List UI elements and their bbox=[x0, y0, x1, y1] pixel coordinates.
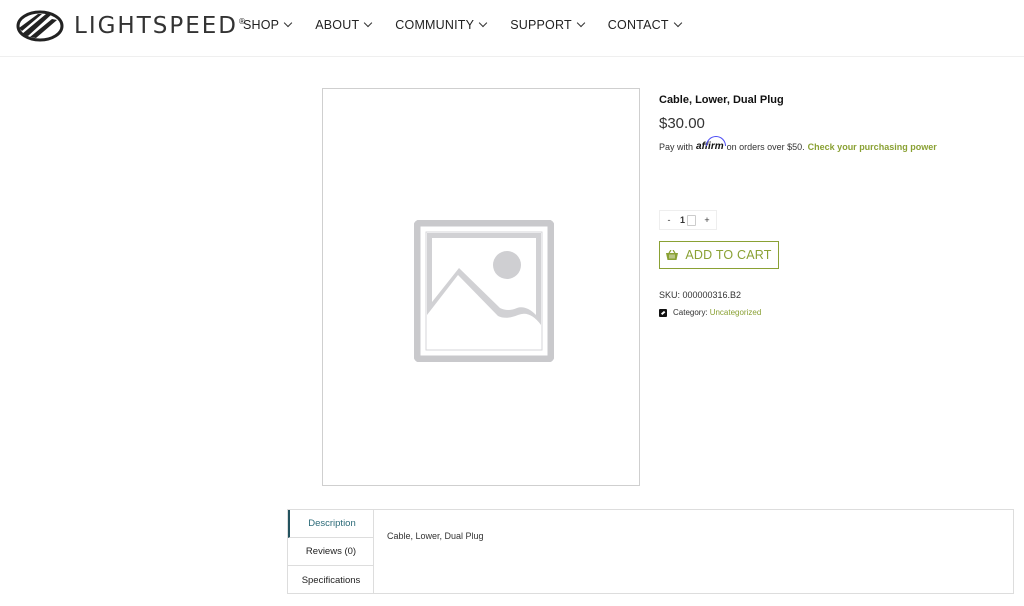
basket-icon bbox=[666, 250, 679, 260]
product-tabs: Description Reviews (0) Specifications bbox=[287, 509, 374, 594]
chevron-down-icon bbox=[364, 18, 373, 28]
nav-contact[interactable]: CONTACT bbox=[608, 18, 682, 32]
lightspeed-wing-logo-icon bbox=[16, 10, 64, 42]
affirm-check-link[interactable]: Check your purchasing power bbox=[808, 142, 937, 152]
affirm-logo-icon: affirm bbox=[696, 136, 727, 152]
product-summary: Cable, Lower, Dual Plug $30.00 Pay with … bbox=[659, 94, 1019, 152]
product-image[interactable] bbox=[322, 88, 640, 486]
category-link[interactable]: Uncategorized bbox=[710, 308, 762, 317]
chevron-down-icon bbox=[673, 18, 682, 28]
category-label: Category: bbox=[673, 308, 708, 317]
tab-panel-description: Cable, Lower, Dual Plug bbox=[373, 509, 1014, 594]
chevron-down-icon bbox=[576, 18, 586, 28]
quantity-stepper: - 1 + bbox=[659, 210, 717, 230]
add-to-cart-label: ADD TO CART bbox=[685, 248, 772, 262]
description-text: Cable, Lower, Dual Plug bbox=[387, 531, 484, 541]
nav-support[interactable]: SUPPORT bbox=[510, 18, 586, 32]
nav-shop[interactable]: SHOP bbox=[243, 18, 293, 32]
chevron-down-icon bbox=[283, 18, 293, 28]
qty-input[interactable]: 1 bbox=[678, 214, 698, 226]
product-title: Cable, Lower, Dual Plug bbox=[659, 94, 784, 106]
product-category: Category: Uncategorized bbox=[659, 308, 761, 317]
nav-community[interactable]: COMMUNITY bbox=[395, 18, 488, 32]
add-to-cart-button[interactable]: ADD TO CART bbox=[659, 241, 779, 269]
site-header: LIGHTSPEED® SHOP ABOUT COMMUNITY SUPPORT… bbox=[0, 0, 1024, 57]
chevron-down-icon bbox=[478, 18, 488, 28]
main-nav: SHOP ABOUT COMMUNITY SUPPORT CONTACT bbox=[243, 18, 705, 32]
affirm-prefix: Pay with bbox=[659, 141, 694, 152]
image-placeholder-icon bbox=[414, 220, 554, 362]
affirm-suffix: on orders over $50. bbox=[726, 141, 805, 152]
tab-description[interactable]: Description bbox=[288, 510, 374, 538]
brand-logo[interactable]: LIGHTSPEED® bbox=[16, 9, 246, 43]
qty-plus-button[interactable]: + bbox=[698, 215, 716, 225]
qty-minus-button[interactable]: - bbox=[660, 215, 678, 225]
nav-about[interactable]: ABOUT bbox=[315, 18, 373, 32]
tab-specifications[interactable]: Specifications bbox=[288, 566, 374, 594]
spinner-icon[interactable] bbox=[687, 214, 696, 226]
affirm-promo: Pay with affirm on orders over $50. Chec… bbox=[659, 136, 1019, 152]
product-price: $30.00 bbox=[659, 115, 705, 132]
brand-name: LIGHTSPEED® bbox=[74, 13, 247, 39]
tab-reviews[interactable]: Reviews (0) bbox=[288, 538, 374, 566]
product-sku: SKU: 000000316.B2 bbox=[659, 290, 742, 300]
folder-icon bbox=[659, 308, 667, 317]
